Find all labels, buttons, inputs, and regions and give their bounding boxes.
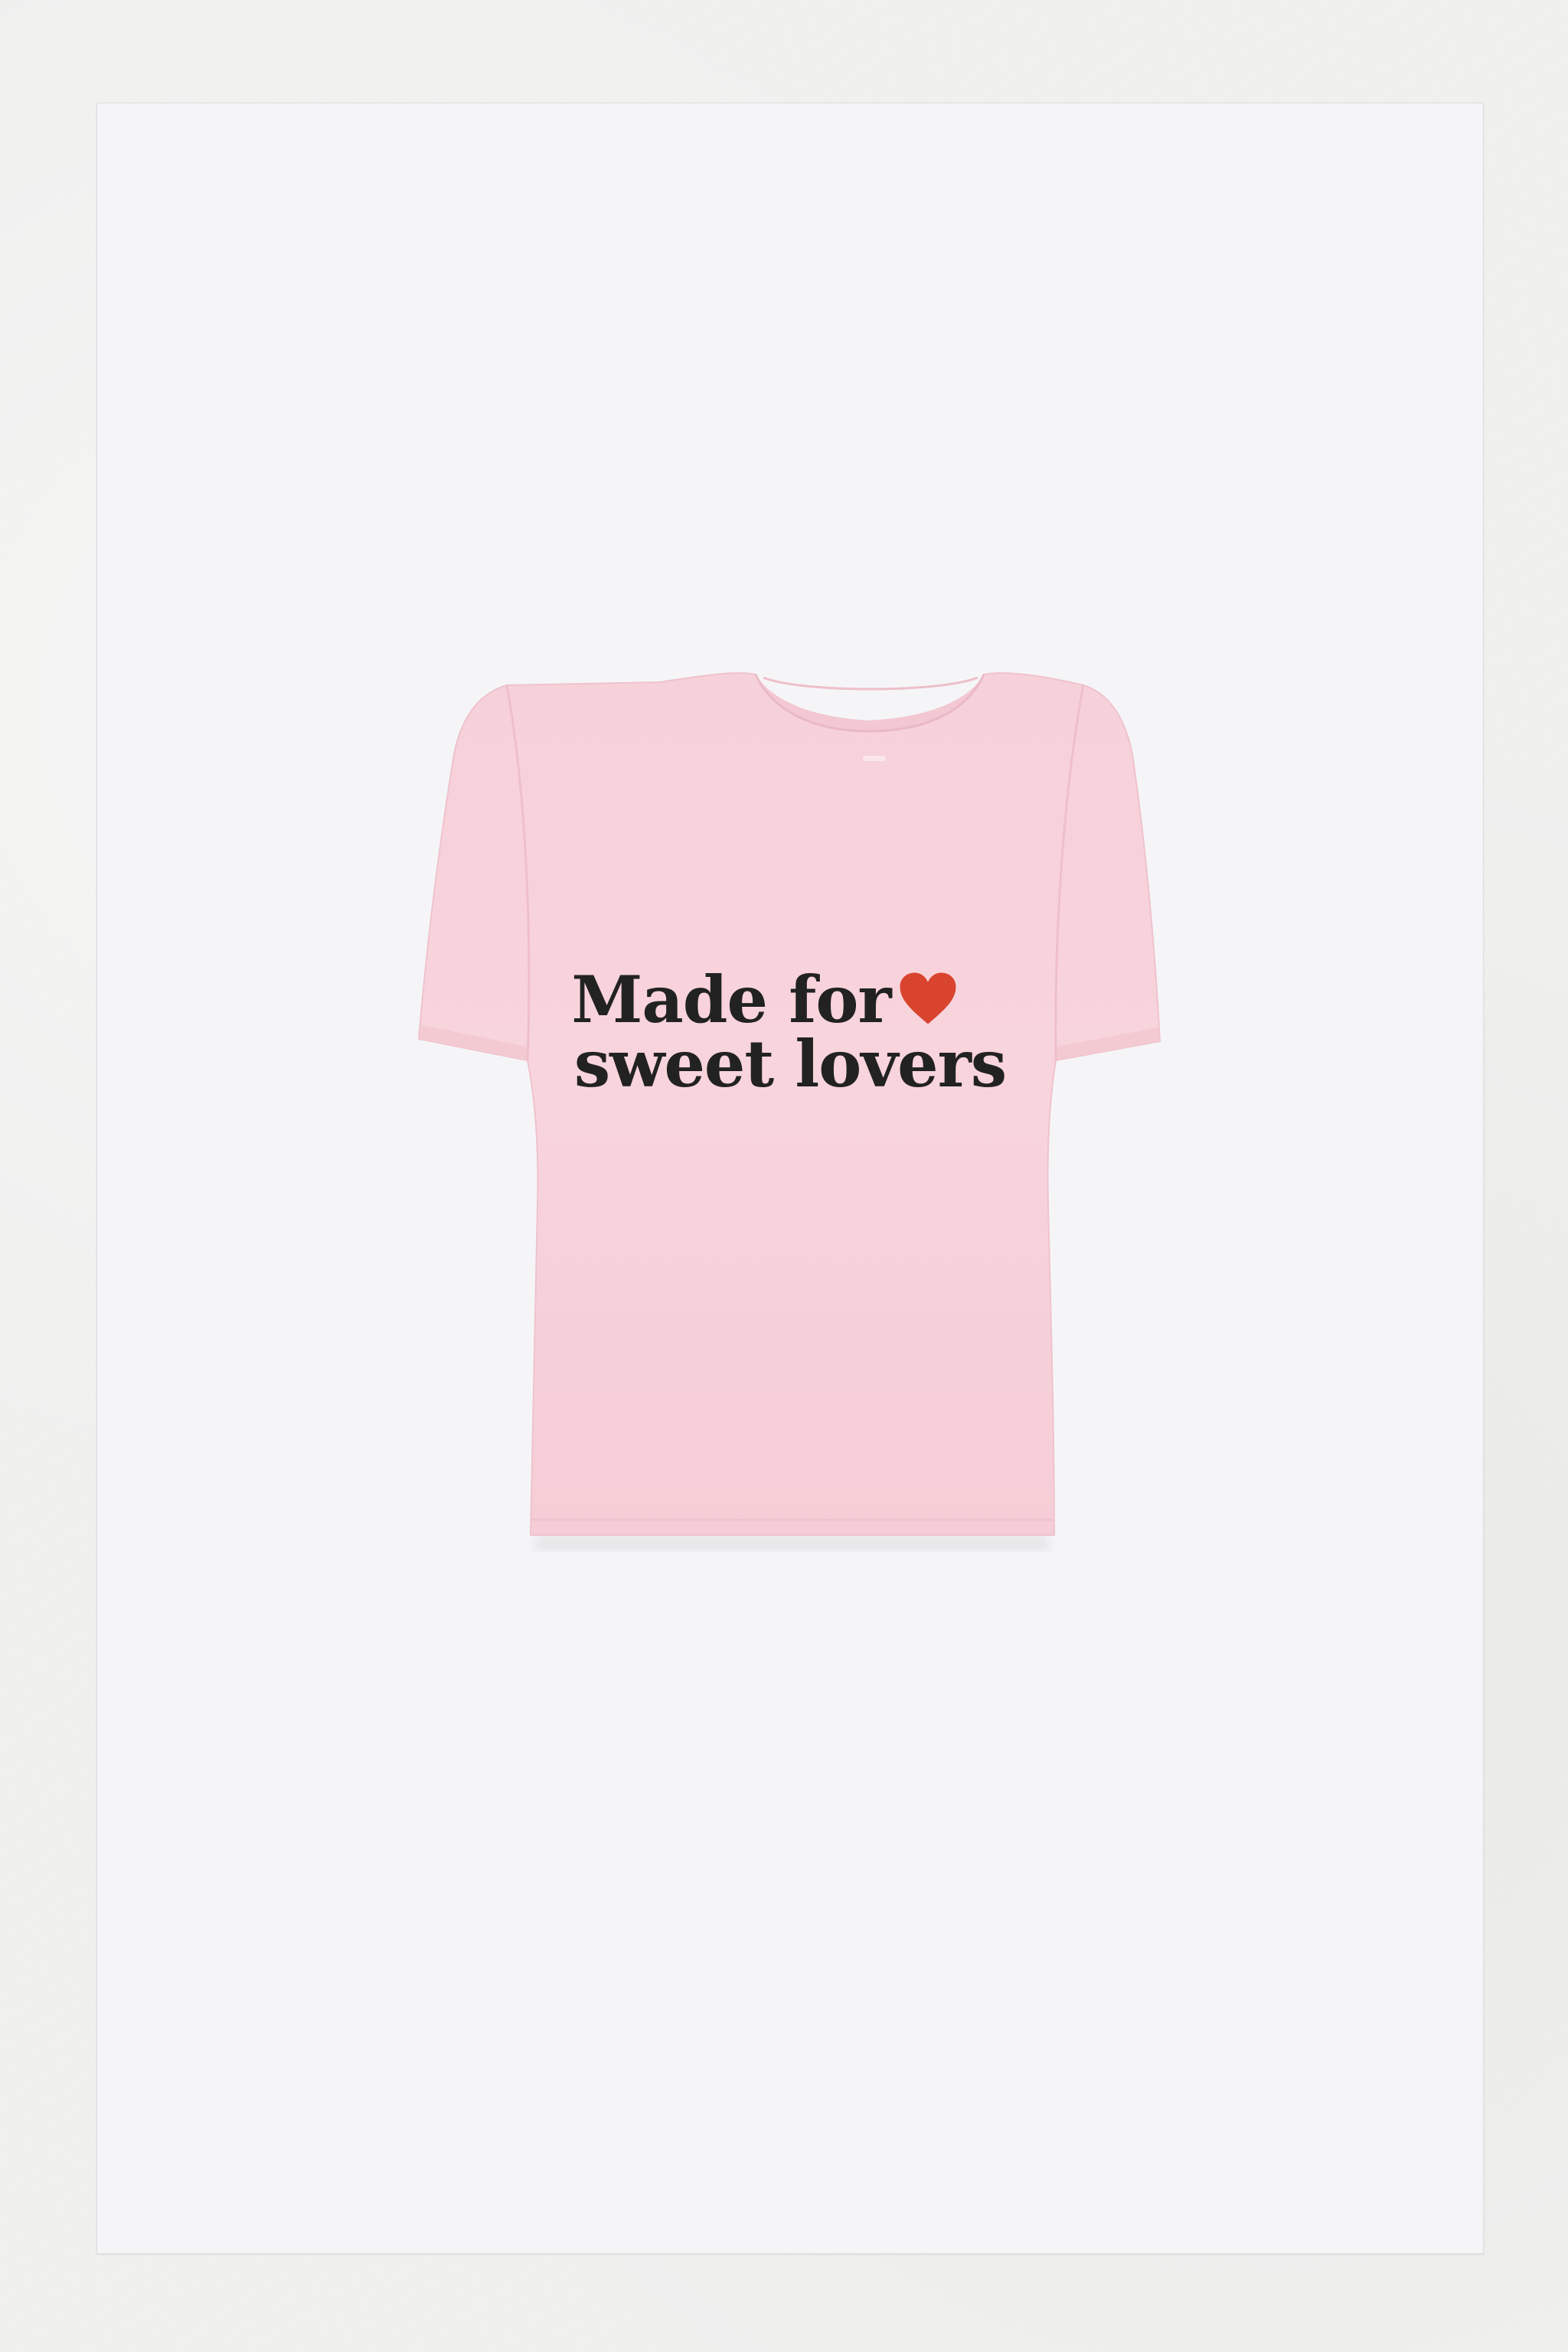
tshirt-body: [417, 672, 1161, 1536]
tshirt-image: [417, 672, 1161, 1550]
neck-label: [863, 756, 886, 761]
photo-card: Made for sweet lovers: [96, 103, 1484, 2254]
shirt-print-line2: sweet lovers: [573, 1026, 1007, 1102]
heart-icon: [900, 972, 956, 1024]
shirt-print-line1: Made for: [71, 965, 1457, 1034]
